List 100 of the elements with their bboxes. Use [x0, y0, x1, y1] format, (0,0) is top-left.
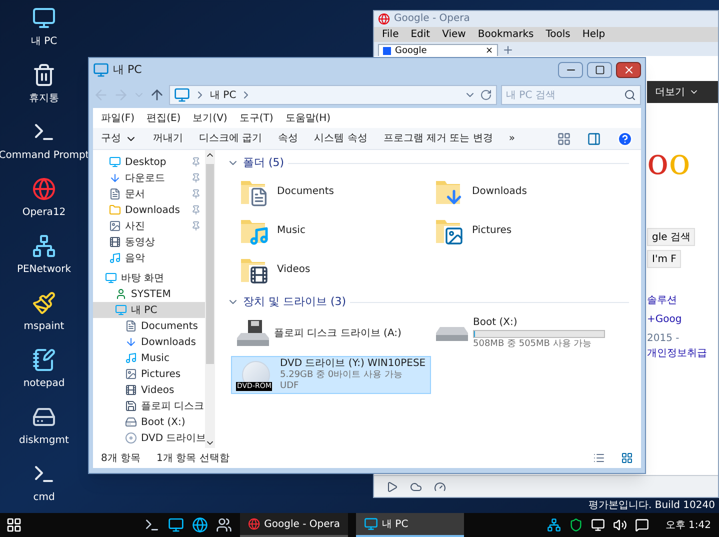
- up-arrow-icon[interactable]: [149, 87, 165, 103]
- nav-item[interactable]: Pictures: [93, 366, 205, 382]
- menu-item[interactable]: Bookmarks: [478, 28, 534, 40]
- monitor-icon: [109, 156, 121, 168]
- search-icon: [624, 89, 636, 101]
- menu-item[interactable]: Help: [582, 28, 606, 40]
- disc-icon: [125, 432, 137, 444]
- nav-item[interactable]: DVD 드라이브: [93, 430, 205, 446]
- desktop-shortcut[interactable]: cmd: [0, 462, 88, 507]
- menu-item[interactable]: 도움말(H): [285, 110, 331, 126]
- help-icon[interactable]: [617, 130, 633, 146]
- command-button[interactable]: 꺼내기: [153, 131, 183, 146]
- more-commands-button[interactable]: »: [508, 131, 516, 146]
- maximize-icon: [594, 65, 604, 75]
- menu-item[interactable]: 도구(T): [239, 110, 274, 126]
- nav-item[interactable]: 동영상: [93, 234, 205, 250]
- panel-toggle-icon[interactable]: [386, 480, 398, 492]
- menu-item[interactable]: 보기(V): [192, 110, 228, 126]
- menu-item[interactable]: Edit: [410, 28, 430, 40]
- nav-item[interactable]: Music: [93, 350, 205, 366]
- breadcrumb[interactable]: 내 PC: [210, 88, 236, 102]
- nav-item[interactable]: Downloads: [93, 334, 205, 350]
- shield-icon[interactable]: [569, 518, 584, 532]
- nav-item[interactable]: 바탕 화면: [93, 270, 205, 286]
- desktop-shortcut[interactable]: diskmgmt: [0, 405, 88, 450]
- film-icon: [109, 236, 121, 248]
- nav-item[interactable]: 음악: [93, 250, 205, 266]
- nav-item[interactable]: Boot (X:): [93, 414, 205, 430]
- footer-link[interactable]: 개인정보취급: [647, 346, 718, 361]
- group-header[interactable]: 폴더 (5): [243, 154, 284, 172]
- menu-item[interactable]: 파일(F): [101, 110, 135, 126]
- desktop-shortcut[interactable]: 휴지통: [0, 63, 88, 108]
- nav-item[interactable]: Downloads: [93, 202, 205, 218]
- nav-item[interactable]: 플로피 디스크: [93, 398, 205, 414]
- command-button[interactable]: 속성: [278, 131, 298, 146]
- pin-icon: [191, 221, 201, 231]
- notepad-icon: [32, 348, 56, 372]
- view-options-icon[interactable]: [557, 132, 571, 146]
- terminal-icon[interactable]: [144, 517, 160, 533]
- monitor-icon[interactable]: [591, 518, 606, 532]
- desktop-shortcut[interactable]: PENetwork: [0, 234, 88, 279]
- refresh-icon[interactable]: [480, 89, 492, 101]
- close-button[interactable]: [616, 62, 641, 78]
- menu-item[interactable]: 편집(E): [146, 110, 181, 126]
- build-notice: 평가본입니다. Build 10240: [588, 500, 715, 512]
- footer-text: 2015 -: [647, 332, 680, 346]
- desktop-shortcut[interactable]: Opera12: [0, 177, 88, 222]
- desktop-shortcut[interactable]: 내 PC: [0, 6, 88, 51]
- nav-item[interactable]: 문서: [93, 186, 205, 202]
- drive-tile[interactable]: 플로피 디스크 드라이브 (A:): [231, 315, 431, 352]
- desktop-shortcut[interactable]: mspaint: [0, 291, 88, 336]
- link[interactable]: 솔루션: [647, 293, 718, 308]
- search-button[interactable]: I'm F: [647, 250, 682, 268]
- message-icon[interactable]: [635, 518, 650, 532]
- maximize-button[interactable]: [587, 62, 612, 78]
- pin-icon: [191, 205, 201, 215]
- search-button[interactable]: gle 검색: [647, 228, 696, 246]
- search-field[interactable]: 내 PC 검색: [501, 85, 641, 105]
- group-header[interactable]: 장치 및 드라이브 (3): [243, 294, 346, 310]
- network-icon[interactable]: [547, 518, 562, 532]
- tiles-view-icon[interactable]: [621, 452, 633, 464]
- preview-pane-icon[interactable]: [587, 132, 601, 146]
- menu-item[interactable]: Tools: [546, 28, 570, 40]
- desktop-shortcut[interactable]: notepad: [0, 348, 88, 393]
- menu-item[interactable]: File: [382, 28, 399, 40]
- nav-item[interactable]: Desktop: [93, 154, 205, 170]
- address-bar[interactable]: 내 PC: [169, 85, 497, 105]
- globe-icon[interactable]: [192, 517, 208, 533]
- search-input[interactable]: 내 PC 검색: [506, 88, 624, 102]
- close-tab-button[interactable]: ×: [485, 46, 493, 56]
- command-button[interactable]: 구성: [101, 131, 137, 146]
- scrollbar[interactable]: [205, 150, 215, 448]
- link[interactable]: +Goog: [647, 312, 718, 327]
- speaker-icon[interactable]: [613, 518, 628, 532]
- command-button[interactable]: 디스크에 굽기: [199, 131, 262, 146]
- nav-item[interactable]: SYSTEM: [93, 286, 205, 302]
- users-icon[interactable]: [216, 517, 232, 533]
- film-icon: [125, 384, 137, 396]
- taskbar-app[interactable]: Google - Opera: [240, 513, 348, 537]
- cloud-icon[interactable]: [410, 480, 422, 492]
- nav-item[interactable]: Documents: [93, 318, 205, 334]
- nav-item[interactable]: Videos: [93, 382, 205, 398]
- plus-icon[interactable]: [502, 44, 514, 56]
- clock[interactable]: 오후 1:42: [665, 518, 711, 532]
- command-button[interactable]: 시스템 속성: [314, 131, 368, 146]
- browser-tab[interactable]: Google ×: [378, 44, 498, 56]
- nav-item[interactable]: 사진: [93, 218, 205, 234]
- monitor-icon[interactable]: [168, 517, 184, 533]
- nav-item[interactable]: 내 PC: [93, 302, 205, 318]
- monitor-icon: [93, 62, 109, 78]
- hard-drive-icon: [435, 326, 469, 340]
- paintbrush-icon: [32, 291, 56, 315]
- gauge-icon[interactable]: [434, 480, 446, 492]
- taskbar-app[interactable]: 내 PC: [356, 513, 464, 537]
- menu-item[interactable]: View: [442, 28, 466, 40]
- drive-icon: [125, 416, 137, 428]
- command-button[interactable]: 프로그램 제거 또는 변경: [383, 131, 493, 146]
- drive-tile[interactable]: Boot (X:) 508MB 중 505MB 사용 가능: [430, 315, 630, 352]
- floppy-drive-icon: [236, 320, 270, 347]
- nav-item[interactable]: 다운로드: [93, 170, 205, 186]
